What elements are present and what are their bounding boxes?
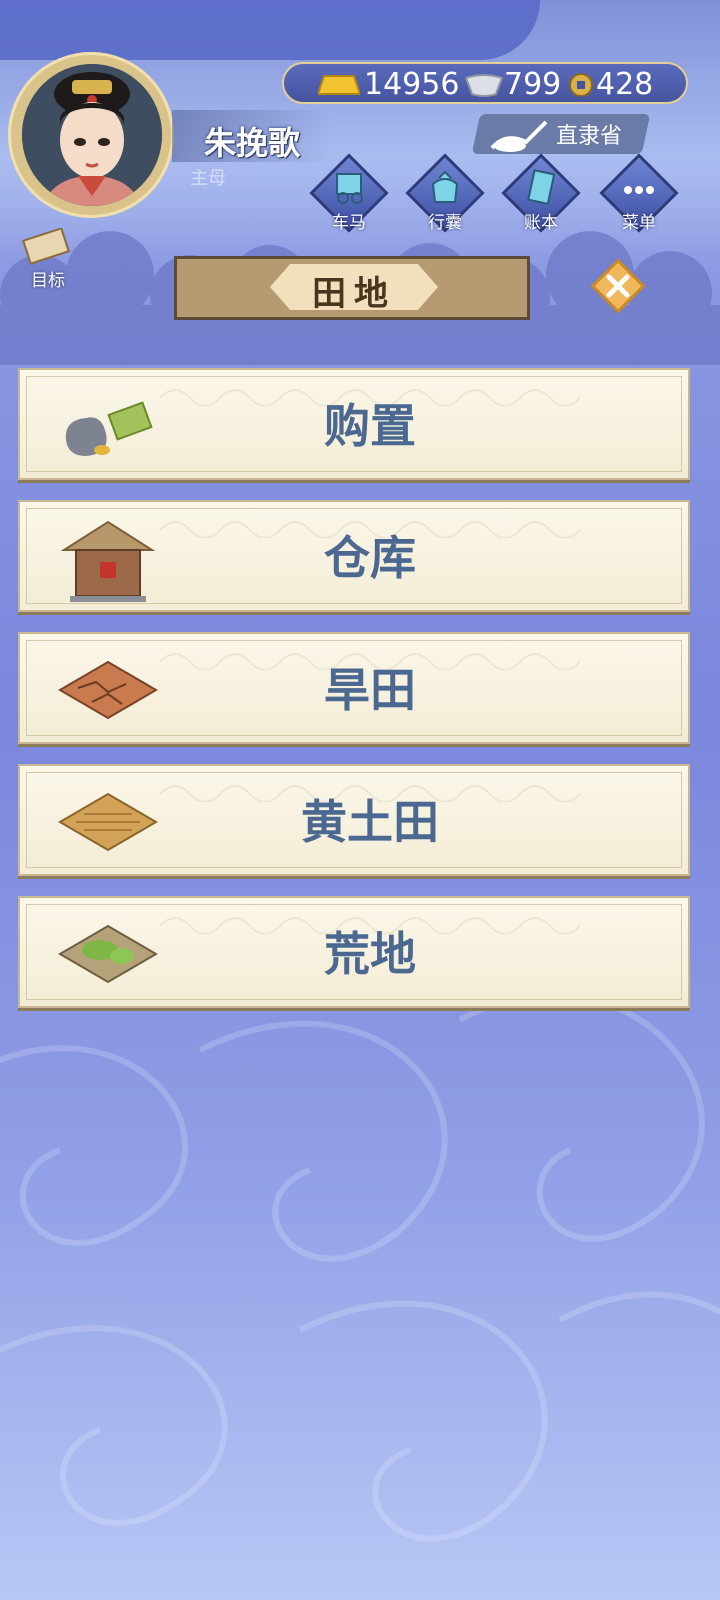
silver-ingot-icon xyxy=(464,74,504,97)
item-label: 购置 xyxy=(324,399,416,453)
menu-label: 菜单 xyxy=(622,213,656,233)
location-label: 直隶省 xyxy=(556,124,623,149)
avatar xyxy=(22,64,162,206)
list-item-wasteland[interactable]: 荒地 xyxy=(18,896,690,1008)
page-title: 田地 xyxy=(312,274,396,314)
close-button[interactable] xyxy=(590,258,646,314)
menu-button[interactable]: 菜单 xyxy=(598,152,680,234)
brush-icon xyxy=(490,120,548,152)
goal-label: 目标 xyxy=(31,271,65,291)
top-decoration xyxy=(0,0,540,60)
list-item-warehouse[interactable]: 仓库 xyxy=(18,500,690,612)
bag-label: 行囊 xyxy=(428,213,462,233)
item-label: 荒地 xyxy=(324,927,416,981)
carriage-button[interactable]: 车马 xyxy=(308,152,390,234)
gold-ingot-icon xyxy=(318,75,360,95)
carriage-label: 车马 xyxy=(332,213,366,233)
item-label: 仓库 xyxy=(324,531,416,585)
list-item-purchase[interactable]: 购置 xyxy=(18,368,690,480)
goal-button[interactable]: 目标 xyxy=(10,227,86,291)
ledger-label: 账本 xyxy=(524,213,558,233)
avatar-frame[interactable] xyxy=(8,52,174,218)
bag-button[interactable]: 行囊 xyxy=(404,152,486,234)
more-icon xyxy=(624,186,654,194)
player-name: 朱挽歌 xyxy=(204,124,301,162)
coin-count: 428 xyxy=(596,67,654,102)
scroll-icon xyxy=(22,227,70,265)
ledger-button[interactable]: 账本 xyxy=(500,152,582,234)
close-icon xyxy=(590,258,646,314)
silver-count: 799 xyxy=(504,67,562,102)
list-item-loess-field[interactable]: 黄土田 xyxy=(18,764,690,876)
item-label: 旱田 xyxy=(324,663,416,717)
carriage-icon xyxy=(336,173,363,204)
list-item-dry-field[interactable]: 旱田 xyxy=(18,632,690,744)
gold-count: 14956 xyxy=(364,67,460,102)
item-label: 黄土田 xyxy=(301,795,439,849)
player-role: 主母 xyxy=(190,168,226,189)
currency-bar: 14956 799 428 xyxy=(282,62,688,104)
ledger-icon xyxy=(527,169,556,205)
copper-coin-icon xyxy=(569,73,593,97)
bag-icon xyxy=(431,170,459,203)
